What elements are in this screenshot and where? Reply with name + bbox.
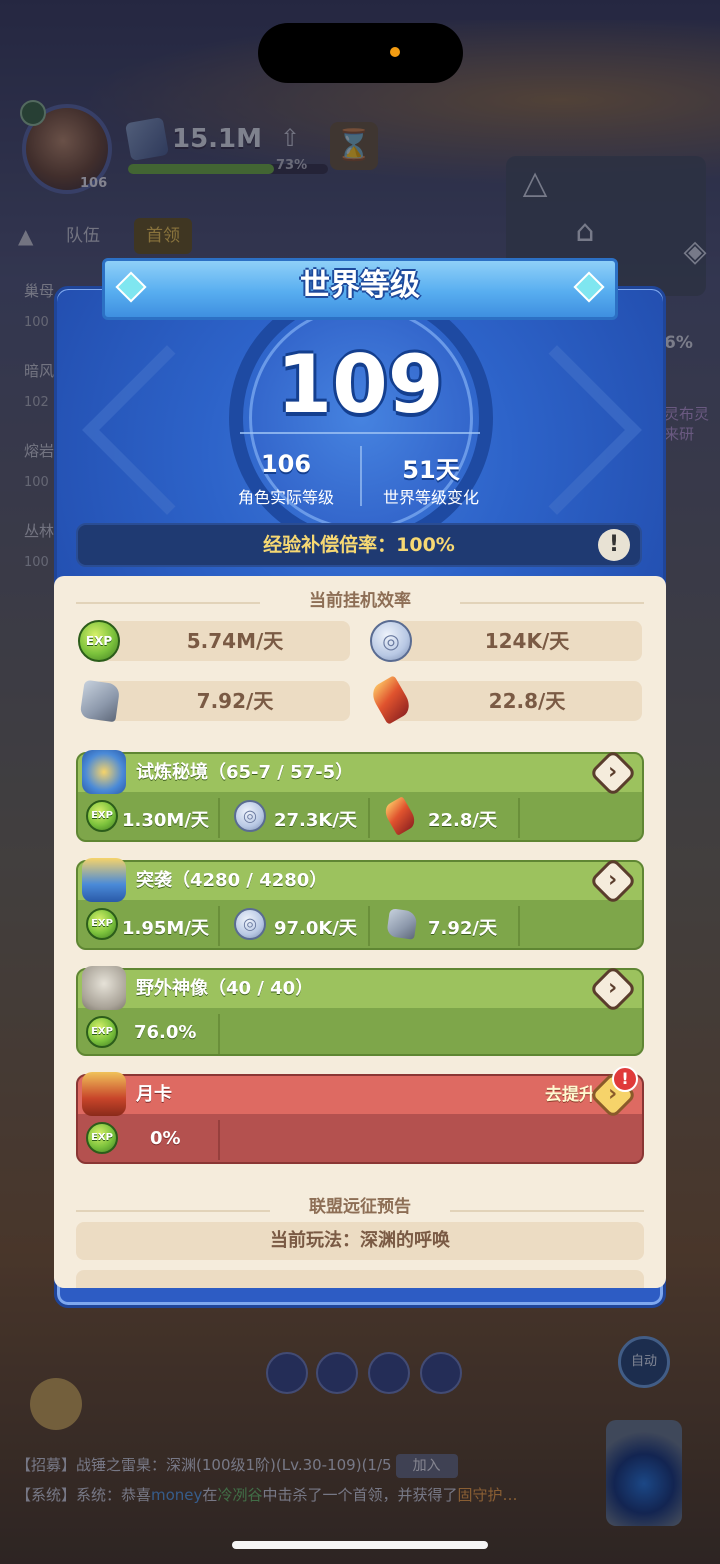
- divider: [218, 1014, 220, 1054]
- actual-level-value: 106: [260, 450, 312, 478]
- monthly-card[interactable]: 月卡 去提升 › ! EXP 0%: [76, 1066, 644, 1164]
- section-title-efficiency: 当前挂机效率: [309, 591, 411, 611]
- raid-exp-value: 1.95M/天: [122, 918, 209, 939]
- modal-body[interactable]: 当前挂机效率 EXP 5.74M/天 ◎ 124K/天 7.92/天 22.8/…: [54, 576, 666, 1288]
- monthly-card-icon: [82, 1072, 126, 1116]
- statue-title: 野外神像（40 / 40）: [136, 978, 314, 999]
- exp-icon: EXP: [86, 800, 118, 832]
- trial-coin-value: 27.3K/天: [274, 810, 357, 831]
- dynamic-island: [258, 23, 463, 83]
- trial-realm-icon: [82, 750, 126, 794]
- level-change-label: 世界等级变化: [382, 488, 479, 507]
- coin-icon: ◎: [370, 620, 412, 662]
- notification-badge-icon: !: [612, 1066, 638, 1092]
- statue-exp-value: 76.0%: [134, 1022, 197, 1043]
- divider: [518, 798, 520, 838]
- statue-card[interactable]: 野外神像（40 / 40） › EXP 76.0%: [76, 964, 644, 1056]
- divider: [518, 906, 520, 946]
- exp-icon: EXP: [86, 1122, 118, 1154]
- divider: [368, 798, 370, 838]
- monthly-title: 月卡: [136, 1084, 172, 1105]
- monthly-exp-value: 0%: [150, 1128, 181, 1149]
- coin-icon: ◎: [234, 908, 266, 940]
- statue-icon: [82, 966, 126, 1010]
- exp-icon: EXP: [86, 908, 118, 940]
- raid-title: 突袭（4280 / 4280）: [136, 870, 328, 891]
- improve-button[interactable]: 去提升: [545, 1076, 596, 1114]
- exp-rate-text: 经验补偿倍率：100%: [263, 534, 455, 556]
- efficiency-crystal-value: 22.8/天: [488, 689, 566, 713]
- divider: [218, 798, 220, 838]
- efficiency-coin-value: 124K/天: [484, 629, 570, 653]
- actual-level-label: 角色实际等级: [237, 488, 334, 507]
- next-play-row: [76, 1270, 644, 1288]
- trial-exp-value: 1.30M/天: [122, 810, 209, 831]
- divider: [368, 906, 370, 946]
- trial-title: 试炼秘境（65-7 / 57-5）: [136, 762, 354, 783]
- ore-icon: [79, 679, 121, 723]
- world-level-value: 109: [276, 338, 444, 431]
- modal-title: 世界等级: [300, 268, 420, 303]
- efficiency-ore-value: 7.92/天: [196, 689, 274, 713]
- info-alert-icon[interactable]: !: [598, 529, 630, 561]
- raid-card[interactable]: 突袭（4280 / 4280） › EXP 1.95M/天 ◎ 97.0K/天 …: [76, 856, 644, 950]
- coin-icon: ◎: [234, 800, 266, 832]
- divider: [218, 1120, 220, 1160]
- raid-helmet-icon: [82, 858, 126, 902]
- divider: [218, 906, 220, 946]
- raid-coin-value: 97.0K/天: [274, 918, 357, 939]
- trial-card[interactable]: 试炼秘境（65-7 / 57-5） › EXP 1.30M/天 ◎ 27.3K/…: [76, 748, 644, 842]
- crystal-icon: [381, 796, 419, 836]
- divider: [240, 432, 480, 434]
- efficiency-exp-value: 5.74M/天: [186, 629, 284, 653]
- section-title-alliance: 联盟远征预告: [309, 1197, 411, 1217]
- home-indicator[interactable]: [232, 1541, 488, 1549]
- ore-icon: [386, 908, 418, 940]
- raid-ore-value: 7.92/天: [428, 918, 497, 939]
- current-play: 当前玩法：深渊的呼唤: [76, 1222, 644, 1260]
- level-change-value: 51天: [402, 456, 460, 484]
- exp-icon: EXP: [78, 620, 120, 662]
- trial-crystal-value: 22.8/天: [428, 810, 497, 831]
- privacy-indicator: [390, 47, 400, 57]
- exp-icon: EXP: [86, 1016, 118, 1048]
